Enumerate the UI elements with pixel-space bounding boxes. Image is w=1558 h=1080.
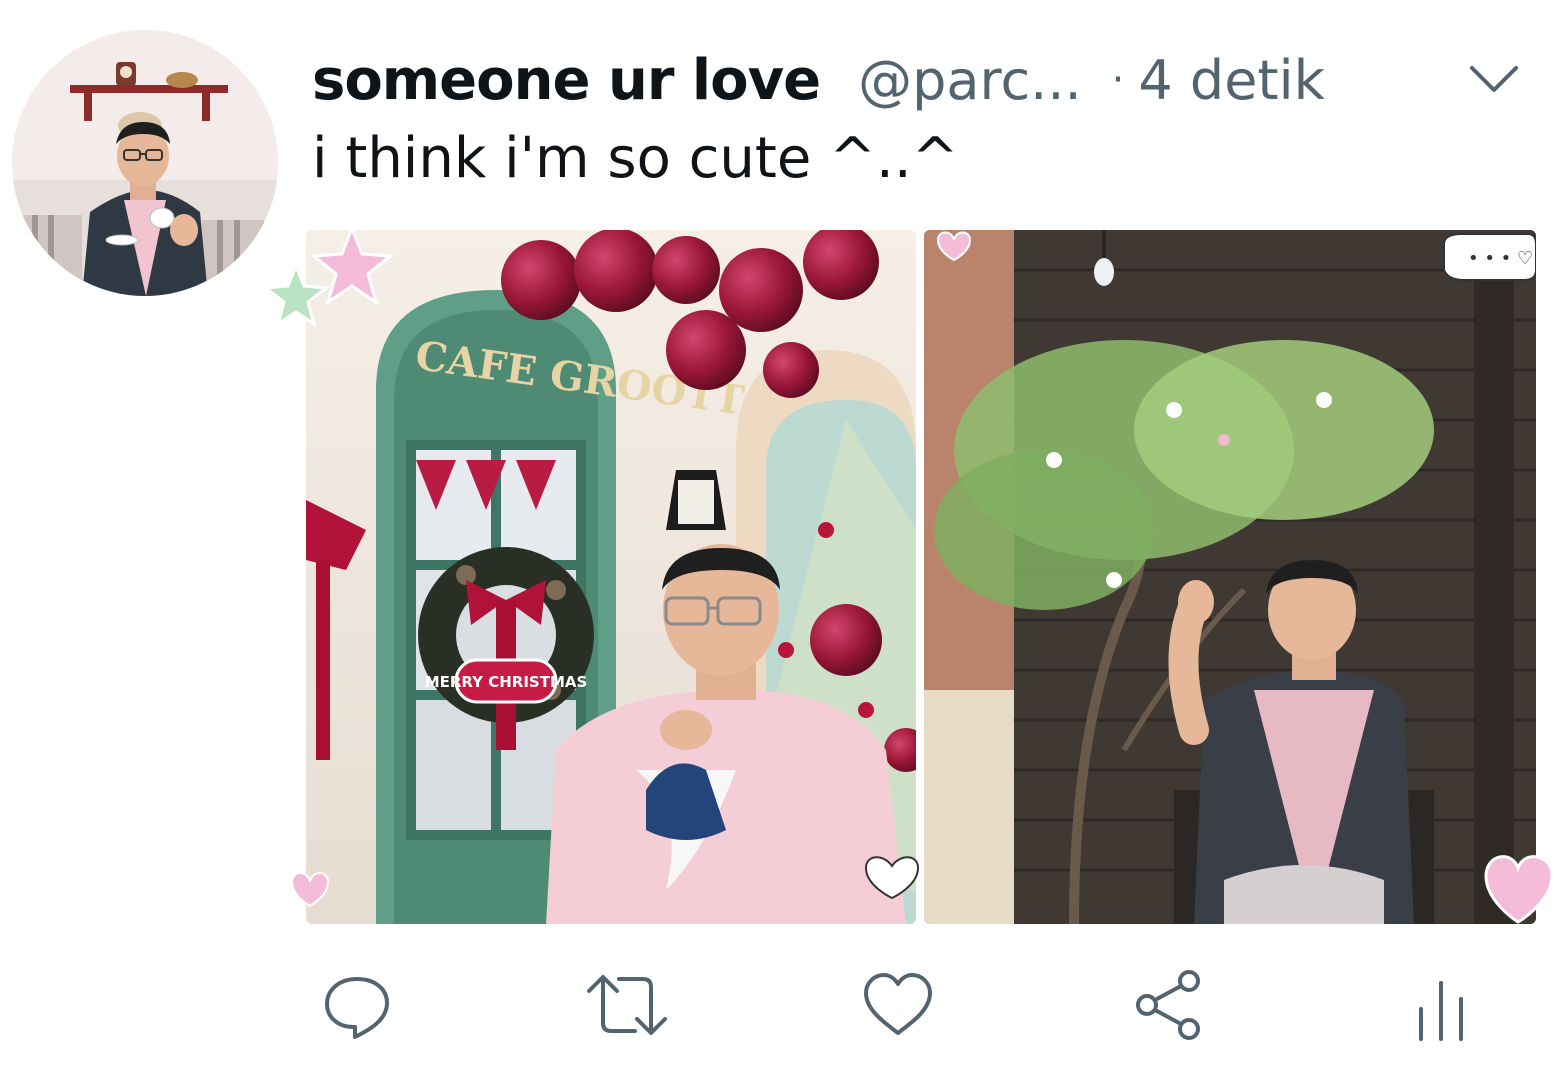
retweet-icon	[587, 975, 667, 1035]
pink-star-icon	[310, 223, 394, 306]
reply-button[interactable]	[312, 960, 402, 1050]
green-star-icon	[262, 261, 330, 328]
tweet: someone ur love @parc... · 4 detik i thi…	[0, 0, 1558, 1080]
separator-dot: ·	[1111, 57, 1125, 103]
tweet-header: someone ur love @parc... · 4 detik	[312, 40, 1542, 120]
pink-heart-icon	[936, 231, 972, 262]
outline-heart-icon	[864, 856, 920, 900]
display-name[interactable]: someone ur love	[312, 48, 821, 113]
share-button[interactable]	[1124, 960, 1214, 1050]
avatar[interactable]	[12, 30, 278, 296]
like-button[interactable]	[853, 960, 943, 1050]
share-icon	[1136, 970, 1200, 1040]
pink-heart-icon	[290, 872, 330, 908]
reply-icon	[325, 977, 389, 1039]
tweet-text: i think i'm so cute ^..^	[312, 126, 959, 191]
heart-icon	[864, 973, 932, 1035]
timestamp[interactable]: 4 detik	[1138, 49, 1324, 112]
sticker-overlay	[262, 223, 1554, 924]
retweet-button[interactable]	[582, 960, 672, 1050]
analytics-icon	[1419, 981, 1463, 1041]
user-handle[interactable]: @parc...	[858, 49, 1082, 112]
chevron-down-icon[interactable]	[1466, 58, 1522, 98]
media-grid: CAFE GROOTTO MERRY CHRISTMAS • • • ♡	[262, 222, 1558, 934]
pink-heart-icon	[1484, 855, 1554, 924]
tweet-actions	[0, 960, 1558, 1060]
analytics-button[interactable]	[1396, 960, 1486, 1050]
